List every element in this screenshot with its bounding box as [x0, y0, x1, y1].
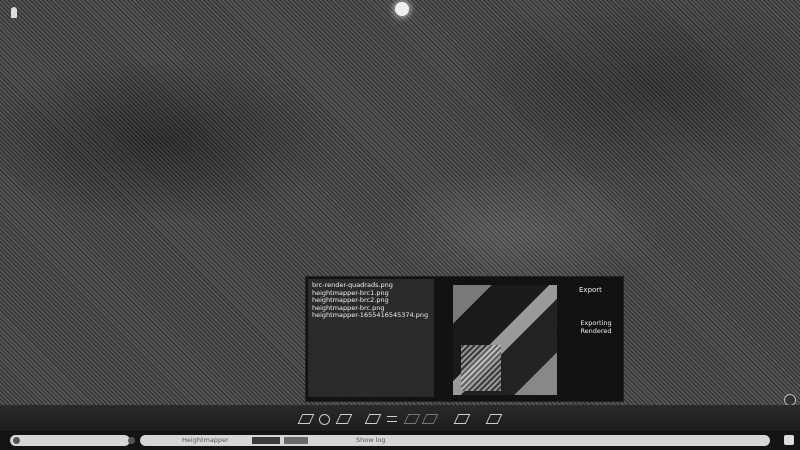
show-log-label[interactable]: Show log — [356, 435, 386, 446]
tool-grid-icon[interactable] — [405, 413, 417, 423]
tool-slope-icon[interactable] — [423, 413, 435, 423]
slider-knob-right[interactable] — [128, 437, 135, 444]
preview-image — [453, 285, 557, 395]
toolbar — [0, 405, 800, 431]
zoom-slider[interactable] — [10, 435, 135, 446]
tool-orbit-icon[interactable] — [318, 413, 330, 425]
sun-icon[interactable] — [393, 0, 411, 18]
command-bar[interactable]: Heightmapper Show log — [140, 435, 770, 446]
status-line: Exporting — [580, 319, 612, 327]
file-list: brc-render-quadrads.png heightmapper-brc… — [308, 279, 434, 397]
status-text: Exporting Rendered — [570, 319, 622, 335]
command-label: Heightmapper — [182, 436, 229, 444]
tool-wave-icon[interactable] — [386, 413, 398, 423]
tool-light-icon[interactable] — [455, 413, 467, 423]
list-item[interactable]: brc-render-quadrads.png — [308, 279, 434, 290]
tool-layers-icon[interactable] — [337, 413, 349, 423]
color-swatch[interactable] — [252, 437, 280, 444]
export-button[interactable]: Export — [579, 286, 602, 294]
menu-icon[interactable] — [8, 6, 20, 20]
color-swatch[interactable] — [284, 437, 308, 444]
tool-contour-icon[interactable] — [366, 413, 378, 423]
slider-knob-left[interactable] — [13, 437, 20, 444]
export-panel: brc-render-quadrads.png heightmapper-brc… — [305, 276, 624, 402]
status-line: Rendered — [580, 327, 612, 335]
fullscreen-icon[interactable] — [784, 435, 794, 445]
bottom-bar: Heightmapper Show log — [0, 431, 800, 450]
tool-export-icon[interactable] — [487, 413, 499, 423]
list-item[interactable]: heightmapper-1655416545374.png — [308, 312, 434, 320]
tool-terrain-icon[interactable] — [299, 413, 311, 423]
